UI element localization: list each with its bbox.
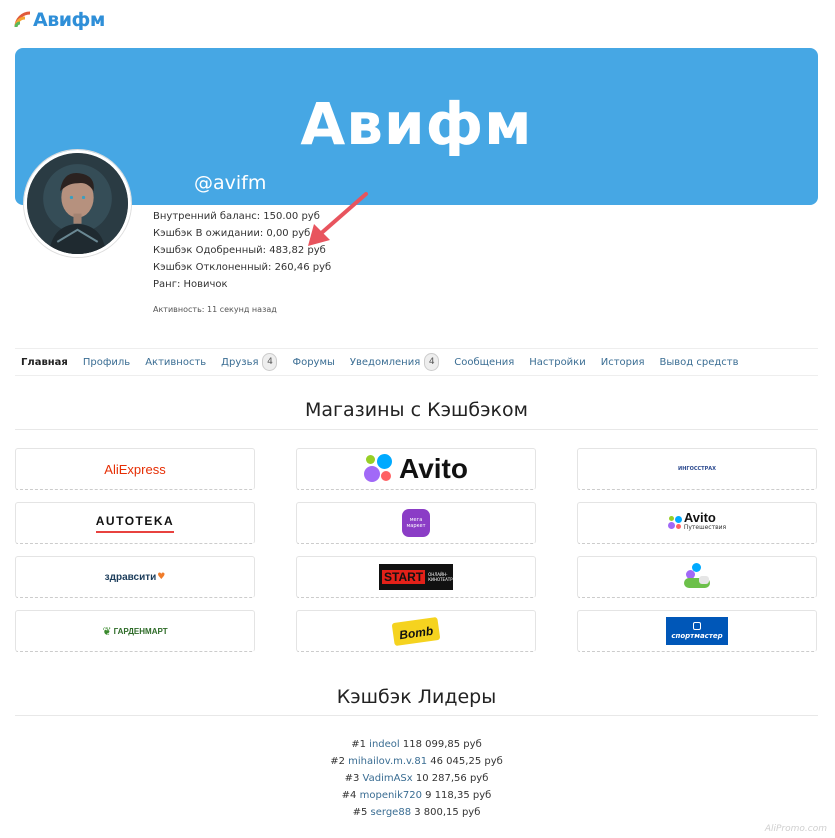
avito-logo: Avito (399, 453, 468, 484)
site-logo-text: Авифм (33, 9, 105, 31)
avatar[interactable] (24, 150, 131, 257)
shop-gardenmart[interactable]: ❦ ГАРДЕНМАРТ (15, 610, 255, 652)
leader-name-link[interactable]: VadimASx (363, 773, 413, 784)
gardenmart-leaf-icon: ❦ (102, 624, 112, 638)
tab-forums-label: Форумы (292, 356, 335, 368)
gardenmart-logo: ГАРДЕНМАРТ (113, 626, 168, 636)
avito-travel-logo-sub: Путешествия (683, 524, 727, 531)
leader-amount: 10 287,56 руб (415, 773, 489, 784)
leader-amount: 3 800,15 руб (414, 807, 481, 818)
shops-title: Магазины с Кэшбэком (305, 399, 528, 421)
shop-autoteka[interactable]: AUTOTEKA (15, 502, 255, 544)
zdravcity-logo: здравсити (104, 571, 157, 583)
cover-title: Авифм (300, 90, 533, 158)
avito-dots-icon (364, 454, 396, 484)
tab-activity[interactable]: Активность (145, 357, 206, 368)
leaders-title: Кэшбэк Лидеры (336, 686, 497, 708)
leader-rank: #2 (330, 756, 345, 767)
profile-cover: Авифм (15, 48, 818, 205)
annotation-arrow-icon (308, 192, 368, 246)
shop-start[interactable]: START ОНЛАЙН-КИНОТЕАТР (296, 556, 536, 598)
autoteka-logo: AUTOTEKA (95, 514, 175, 533)
signal-waves-icon (14, 11, 32, 29)
leader-name-link[interactable]: mihailov.m.v.81 (348, 756, 427, 767)
sportmaster-logo: спортмастер (666, 617, 728, 645)
shop-ingosstrakh[interactable]: ИНГОССТРАХ (577, 448, 817, 490)
leader-rank: #3 (344, 773, 360, 784)
tab-profile[interactable]: Профиль (83, 357, 130, 368)
tab-profile-label: Профиль (82, 356, 131, 368)
tab-friends[interactable]: Друзья 4 (221, 353, 278, 371)
leader-name-link[interactable]: serge88 (371, 807, 412, 818)
watermark: AliPromo.com (764, 824, 827, 834)
leader-row: #3 VadimASx 10 287,56 руб (15, 770, 818, 787)
tab-friends-label: Друзья (221, 356, 259, 368)
leader-amount: 46 045,25 руб (430, 756, 503, 767)
bomb-logo-text: Bomb (398, 623, 435, 642)
tab-main[interactable]: Главная (21, 357, 68, 368)
start-logo-sub: ОНЛАЙН-КИНОТЕАТР (428, 572, 453, 582)
tab-history[interactable]: История (601, 357, 645, 368)
shop-avito-auto[interactable] (577, 556, 817, 598)
tab-settings[interactable]: Настройки (529, 357, 585, 368)
tab-history-label: История (600, 356, 645, 368)
profile-username: @avifm (194, 172, 267, 194)
tab-settings-label: Настройки (529, 356, 586, 368)
tab-withdraw-label: Вывод средств (659, 356, 739, 368)
stat-rank: Ранг: Новичок (153, 279, 228, 290)
leader-name-link[interactable]: mopenik720 (360, 790, 422, 801)
leader-rank: #1 (351, 739, 366, 750)
start-logo: START ОНЛАЙН-КИНОТЕАТР (379, 564, 453, 590)
avito-travel-logo-text: Avito (683, 510, 716, 525)
aliexpress-logo: AliExpress (104, 461, 166, 477)
tab-messages-label: Сообщения (454, 356, 515, 368)
tab-activity-label: Активность (145, 356, 207, 368)
site-logo[interactable]: Авифм (14, 8, 105, 32)
bomb-logo: Bomb (391, 616, 441, 646)
stat-cashback-rejected: Кэшбэк Отклоненный: 260,46 руб (153, 262, 332, 273)
leader-rank: #4 (341, 790, 357, 801)
leader-row: #4 mopenik720 9 118,35 руб (15, 787, 818, 804)
megamarket-logo: мега маркет (402, 509, 430, 537)
shop-megamarket[interactable]: мега маркет (296, 502, 536, 544)
leaders-list: #1 indeol 118 099,85 руб #2 mihailov.m.v… (15, 736, 818, 821)
leaders-divider (15, 715, 818, 716)
tab-messages[interactable]: Сообщения (454, 357, 514, 368)
shop-aliexpress[interactable]: AliExpress (15, 448, 255, 490)
profile-nav: Главная Профиль Активность Друзья 4 Форум… (15, 348, 818, 376)
tab-forums[interactable]: Форумы (292, 357, 334, 368)
last-activity: Активность: 11 секунд назад (153, 305, 277, 314)
shop-bomb[interactable]: Bomb (296, 610, 536, 652)
megamarket-logo-text: мега маркет (406, 517, 426, 529)
avito-travel-logo: Avito Путешествия (683, 510, 727, 533)
shop-avito[interactable]: Avito (296, 448, 536, 490)
leader-row: #1 indeol 118 099,85 руб (15, 736, 818, 753)
shops-divider (15, 429, 818, 430)
leader-amount: 9 118,35 руб (425, 790, 492, 801)
shop-zdravcity[interactable]: здравсити ♥ (15, 556, 255, 598)
notifications-count-badge: 4 (424, 353, 440, 371)
friends-count-badge: 4 (262, 353, 278, 371)
leader-row: #2 mihailov.m.v.81 46 045,25 руб (15, 753, 818, 770)
shop-avito-travel[interactable]: Avito Путешествия (577, 502, 817, 544)
tab-notifications-label: Уведомления (349, 356, 421, 368)
sportmaster-mark-icon (693, 622, 701, 630)
avito-travel-dots-icon (667, 516, 682, 530)
tab-main-label: Главная (21, 356, 68, 368)
leader-amount: 118 099,85 руб (402, 739, 482, 750)
shop-sportmaster[interactable]: спортмастер (577, 610, 817, 652)
ingosstrakh-logo: ИНГОССТРАХ (678, 466, 716, 472)
avito-auto-logo (682, 563, 712, 591)
tab-withdraw[interactable]: Вывод средств (660, 357, 739, 368)
tab-notifications[interactable]: Уведомления 4 (349, 353, 440, 371)
sportmaster-logo-text: спортмастер (671, 632, 723, 640)
start-logo-text: START (382, 570, 426, 584)
avatar-portrait-icon (27, 153, 128, 254)
leader-name-link[interactable]: indeol (369, 739, 400, 750)
leader-rank: #5 (352, 807, 368, 818)
leader-row: #5 serge88 3 800,15 руб (15, 804, 818, 821)
heart-icon: ♥ (157, 572, 166, 582)
